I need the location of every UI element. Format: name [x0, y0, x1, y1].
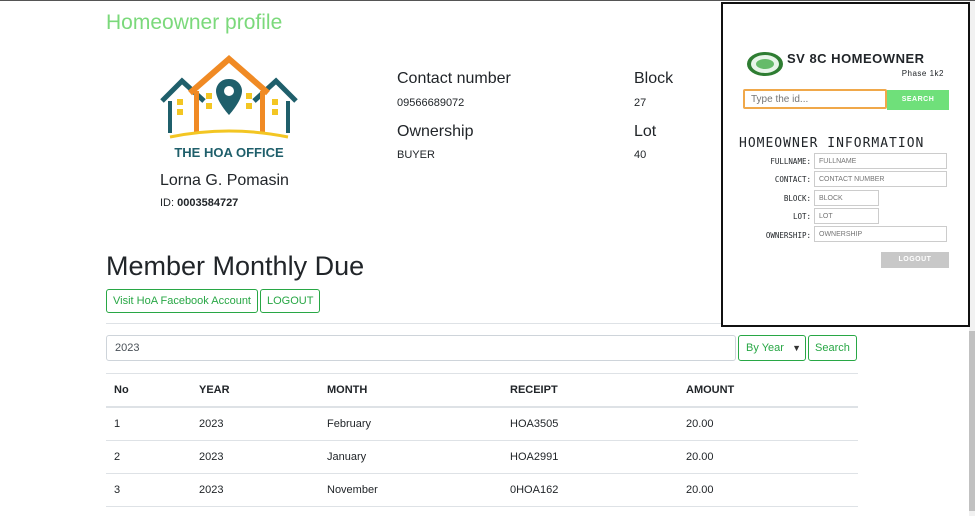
logout-button[interactable]: LOGOUT [260, 289, 321, 313]
table-row: 2 2023 January HOA2991 20.00 [106, 440, 858, 474]
lot-field-label: LOT: [792, 212, 811, 221]
panel-search-button[interactable]: SEARCH [887, 90, 949, 110]
panel-title: SV 8C HOMEOWNER [787, 51, 925, 66]
contact-field-label: CONTACT: [774, 175, 811, 184]
ownership-field[interactable] [814, 226, 947, 242]
cell-month: January [319, 440, 502, 474]
column-header: AMOUNT [678, 373, 858, 408]
homeowner-id: ID: 0003584727 [160, 197, 238, 209]
ownership-field-label: OWNERSHIP: [765, 231, 811, 240]
contact-label: Contact number [397, 70, 511, 87]
lot-field[interactable] [814, 208, 879, 224]
page-title: Homeowner profile [106, 11, 283, 34]
column-header: RECEIPT [502, 373, 678, 408]
filter-select-value: By Year [746, 342, 784, 354]
id-value: 0003584727 [177, 197, 239, 209]
cell-amount: 20.00 [678, 473, 858, 507]
cell-year: 2023 [191, 473, 319, 507]
logo-text: THE HOA OFFICE [174, 145, 284, 160]
column-header: YEAR [191, 373, 319, 408]
cell-no: 2 [106, 440, 191, 474]
fullname-field[interactable] [814, 153, 947, 169]
table-row: 3 2023 November 0HOA162 20.00 [106, 473, 858, 507]
cell-receipt: HOA2991 [502, 440, 678, 474]
monthly-due-title: Member Monthly Due [106, 251, 365, 281]
hoa-office-logo: THE HOA OFFICE [160, 55, 298, 160]
table-header-row: No YEAR MONTH RECEIPT AMOUNT [106, 373, 858, 408]
contact-value: 09566689072 [397, 97, 465, 109]
panel-subtitle: Phase 1k2 [901, 69, 944, 78]
year-search-input[interactable] [106, 335, 736, 361]
association-seal-icon [747, 52, 783, 76]
homeowner-id-input[interactable] [743, 89, 887, 109]
ownership-label: Ownership [397, 123, 474, 140]
ownership-value: BUYER [397, 149, 435, 161]
table-row: 1 2023 February HOA3505 20.00 [106, 407, 858, 441]
block-label: Block [634, 70, 674, 87]
homeowner-information-heading: HOMEOWNER INFORMATION [739, 136, 925, 151]
scrollbar-thumb[interactable] [969, 331, 975, 511]
dues-table: No YEAR MONTH RECEIPT AMOUNT 1 2023 Febr… [106, 373, 858, 507]
homeowner-name: Lorna G. Pomasin [160, 172, 289, 189]
block-field[interactable] [814, 190, 879, 206]
lot-value: 40 [634, 149, 647, 161]
cell-receipt: 0HOA162 [502, 473, 678, 507]
block-value: 27 [634, 97, 647, 109]
cell-year: 2023 [191, 407, 319, 441]
cell-month: November [319, 473, 502, 507]
column-header: MONTH [319, 373, 502, 408]
cell-receipt: HOA3505 [502, 407, 678, 441]
cell-amount: 20.00 [678, 407, 858, 441]
panel-logout-button[interactable]: LOGOUT [881, 252, 949, 268]
chevron-down-icon: ▼ [792, 343, 801, 353]
cell-month: February [319, 407, 502, 441]
block-field-label: BLOCK: [783, 194, 811, 203]
cell-year: 2023 [191, 440, 319, 474]
homeowner-lookup-panel: SV 8C HOMEOWNER Phase 1k2 SEARCH HOMEOWN… [721, 2, 970, 327]
facebook-button[interactable]: Visit HoA Facebook Account [106, 289, 258, 313]
search-button[interactable]: Search [808, 335, 857, 361]
id-label: ID: [160, 197, 175, 209]
cell-no: 3 [106, 473, 191, 507]
fullname-label: FULLNAME: [770, 157, 811, 166]
column-header: No [106, 373, 191, 408]
cell-no: 1 [106, 407, 191, 441]
contact-field[interactable] [814, 171, 947, 187]
cell-amount: 20.00 [678, 440, 858, 474]
filter-select[interactable]: By Year ▼ [738, 335, 806, 361]
lot-label: Lot [634, 123, 657, 140]
